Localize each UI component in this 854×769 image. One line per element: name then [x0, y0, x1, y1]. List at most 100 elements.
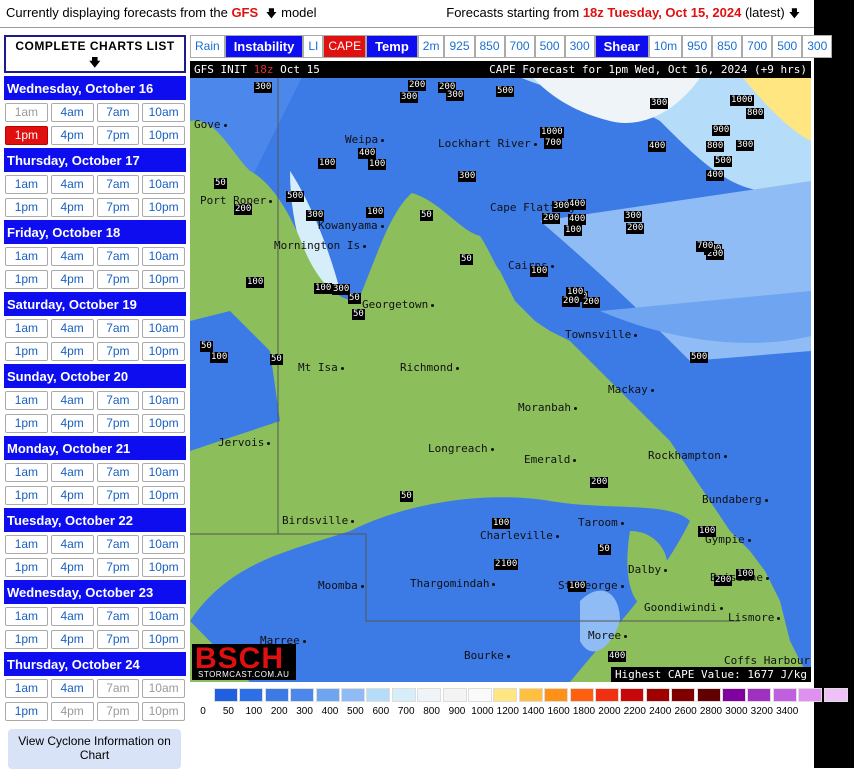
param-500-button[interactable]: 500	[772, 35, 803, 58]
time-slot-button[interactable]: 4am	[50, 319, 94, 338]
view-cyclone-info-button[interactable]: View Cyclone Information on Chart	[8, 729, 181, 769]
time-slot-button[interactable]: 4am	[50, 391, 94, 410]
time-slot-button[interactable]: 10am	[142, 463, 185, 482]
time-slot-button[interactable]: 7pm	[96, 486, 140, 505]
time-slot-button[interactable]: 4am	[50, 463, 94, 482]
param-cape-button[interactable]: CAPE	[323, 35, 367, 58]
time-slot-button[interactable]: 10pm	[142, 126, 185, 145]
time-slot-button[interactable]: 1pm	[5, 126, 48, 145]
run-dropdown-arrow-icon[interactable]: 🡇	[789, 5, 800, 24]
time-slot-button[interactable]: 10am	[142, 607, 185, 626]
time-slot-button[interactable]: 7pm	[96, 270, 140, 289]
time-slot-button[interactable]: 10pm	[142, 414, 185, 433]
time-slot-button[interactable]: 7am	[96, 535, 140, 554]
model-name[interactable]: GFS	[231, 5, 258, 20]
param-925-button[interactable]: 925	[444, 35, 475, 58]
time-slot-button[interactable]: 4am	[50, 607, 94, 626]
run-time[interactable]: 18z Tuesday, Oct 15, 2024	[583, 5, 742, 20]
time-slot-button[interactable]: 4am	[50, 535, 94, 554]
time-slot-button[interactable]: 7am	[96, 247, 140, 266]
param-850-button[interactable]: 850	[474, 35, 505, 58]
time-slot-button[interactable]: 1pm	[5, 270, 48, 289]
param-shear-button[interactable]: Shear	[594, 35, 649, 58]
time-slot-button[interactable]: 4pm	[50, 126, 94, 145]
time-slot-button[interactable]: 7am	[96, 103, 140, 122]
time-slot-button[interactable]: 7pm	[96, 414, 140, 433]
time-slot-button[interactable]: 1pm	[5, 630, 48, 649]
time-slot-button[interactable]: 7am	[96, 679, 140, 698]
time-slot-button[interactable]: 10am	[142, 391, 185, 410]
param-2m-button[interactable]: 2m	[417, 35, 445, 58]
param-10m-button[interactable]: 10m	[648, 35, 683, 58]
time-slot-button[interactable]: 10am	[142, 247, 185, 266]
day-group: Thursday, October 24 1am 4am 7am 10am 1pm 4pm 7…	[4, 652, 186, 721]
time-slot-button[interactable]: 1am	[5, 679, 48, 698]
time-slot-button[interactable]: 1am	[5, 535, 48, 554]
time-slot-button[interactable]: 1am	[5, 247, 48, 266]
time-slot-button[interactable]: 7pm	[96, 630, 140, 649]
time-slot-button[interactable]: 10pm	[142, 270, 185, 289]
time-slot-button[interactable]: 10am	[142, 535, 185, 554]
time-slot-button[interactable]: 10pm	[142, 342, 185, 361]
time-slot-button[interactable]: 7am	[96, 175, 140, 194]
time-slot-button[interactable]: 10pm	[142, 630, 185, 649]
time-slot-button[interactable]: 4pm	[50, 558, 94, 577]
time-slot-button[interactable]: 10am	[142, 103, 185, 122]
time-slot-button[interactable]: 4pm	[50, 342, 94, 361]
model-dropdown-arrow-icon[interactable]: 🡇	[266, 5, 277, 24]
param-950-button[interactable]: 950	[682, 35, 713, 58]
param-rain-button[interactable]: Rain	[190, 35, 225, 58]
time-slot-button[interactable]: 1pm	[5, 702, 48, 721]
time-slot-button[interactable]: 10pm	[142, 486, 185, 505]
time-slot-button[interactable]: 4pm	[50, 414, 94, 433]
time-slot-button[interactable]: 1am	[5, 463, 48, 482]
time-slot-button[interactable]: 7am	[96, 463, 140, 482]
time-slot-button[interactable]: 1pm	[5, 558, 48, 577]
contour-value: 100	[246, 277, 265, 288]
param-500-button[interactable]: 500	[534, 35, 565, 58]
complete-charts-list-button[interactable]: COMPLETE CHARTS LIST 🡇	[4, 35, 186, 73]
time-slot-button[interactable]: 1am	[5, 103, 48, 122]
param-700-button[interactable]: 700	[742, 35, 773, 58]
param-850-button[interactable]: 850	[712, 35, 743, 58]
contour-value: 1000	[730, 95, 754, 106]
time-slot-button[interactable]: 1am	[5, 391, 48, 410]
time-slot-button[interactable]: 7pm	[96, 558, 140, 577]
time-slot-button[interactable]: 10am	[142, 319, 185, 338]
time-slot-button[interactable]: 4am	[50, 103, 94, 122]
time-slot-button[interactable]: 1am	[5, 607, 48, 626]
time-slot-button[interactable]: 4am	[50, 679, 94, 698]
time-slot-button[interactable]: 10am	[142, 175, 185, 194]
time-slot-button[interactable]: 4pm	[50, 630, 94, 649]
time-slot-button[interactable]: 4pm	[50, 198, 94, 217]
time-slot-button[interactable]: 1am	[5, 319, 48, 338]
time-slot-button[interactable]: 4am	[50, 175, 94, 194]
param-li-button[interactable]: LI	[303, 35, 324, 58]
time-slot-button[interactable]: 4am	[50, 247, 94, 266]
time-slot-button[interactable]: 7pm	[96, 342, 140, 361]
time-slot-button[interactable]: 1am	[5, 175, 48, 194]
time-slot-button[interactable]: 10pm	[142, 558, 185, 577]
param-instability-button[interactable]: Instability	[224, 35, 304, 58]
time-slot-button[interactable]: 4pm	[50, 486, 94, 505]
time-slot-button[interactable]: 1pm	[5, 486, 48, 505]
time-slot-button[interactable]: 7pm	[96, 198, 140, 217]
param-700-button[interactable]: 700	[504, 35, 535, 58]
param-300-button[interactable]: 300	[802, 35, 833, 58]
time-slot-button[interactable]: 7am	[96, 391, 140, 410]
time-slot-button[interactable]: 10pm	[142, 198, 185, 217]
time-slot-button[interactable]: 4pm	[50, 702, 94, 721]
time-slot-button[interactable]: 7am	[96, 607, 140, 626]
time-slot-button[interactable]: 1pm	[5, 342, 48, 361]
time-slot-button[interactable]: 7pm	[96, 126, 140, 145]
time-slot-button[interactable]: 10am	[142, 679, 185, 698]
time-slot-button[interactable]: 7am	[96, 319, 140, 338]
time-slot-button[interactable]: 4pm	[50, 270, 94, 289]
time-slot-button[interactable]: 1pm	[5, 414, 48, 433]
time-slot-button[interactable]: 10pm	[142, 702, 185, 721]
param-300-button[interactable]: 300	[564, 35, 595, 58]
time-slot-button[interactable]: 1pm	[5, 198, 48, 217]
place-label: Georgetown	[362, 298, 437, 311]
time-slot-button[interactable]: 7pm	[96, 702, 140, 721]
param-temp-button[interactable]: Temp	[366, 35, 418, 58]
